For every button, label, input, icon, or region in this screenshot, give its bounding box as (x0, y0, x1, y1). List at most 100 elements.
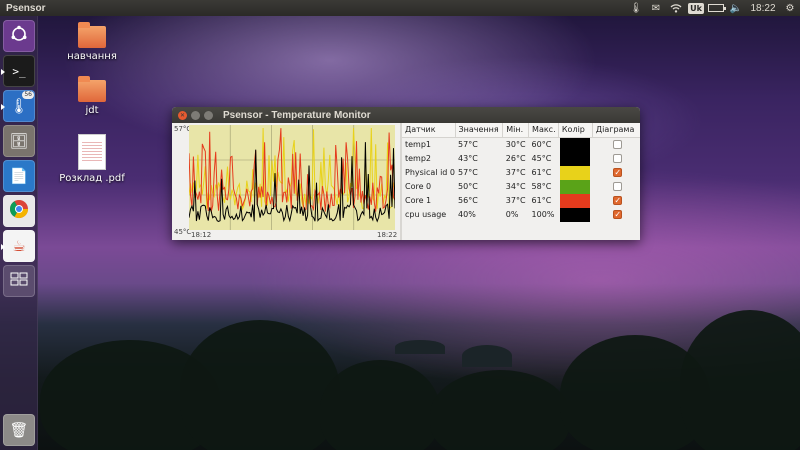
column-header-graph[interactable]: Діаграма (592, 123, 640, 138)
table-header-row: Датчик Значення Мін. Макс. Колір Діаграм… (402, 123, 640, 138)
column-header-sensor[interactable]: Датчик (402, 123, 456, 138)
sensor-name: temp1 (405, 140, 432, 149)
sensor-graph-cell (592, 152, 640, 166)
window-content: 57°C 45°C 18:12 18:22 Датчик Значення Мі… (172, 123, 640, 240)
launcher-chrome[interactable] (3, 195, 35, 227)
sensor-color-swatch[interactable] (560, 151, 591, 166)
tree (180, 320, 340, 450)
launcher-libreoffice[interactable]: 📄 (3, 160, 35, 192)
battery-icon[interactable] (706, 0, 726, 16)
graph-checkbox[interactable]: ✓ (613, 168, 623, 177)
launcher-trash[interactable]: 🗑 (3, 414, 35, 446)
sensor-color-cell[interactable] (558, 179, 592, 194)
graph-x-end-label: 18:22 (377, 231, 398, 239)
table-row[interactable]: Core 1 56°C 37°C 61°C ✓ (402, 193, 640, 208)
sensor-value: 40% (458, 210, 476, 219)
column-header-min[interactable]: Мін. (502, 123, 530, 138)
sensor-max: 60°C (531, 140, 552, 149)
sensor-color-swatch[interactable] (560, 179, 591, 194)
sensor-value: 56°C (458, 196, 478, 205)
sensor-color-cell[interactable] (558, 207, 592, 222)
pdf-icon (78, 134, 106, 170)
psensor-window: ✕ Psensor - Temperature Monitor 57°C 45°… (172, 107, 640, 240)
sensor-min: 34°C (505, 182, 526, 191)
window-title: Psensor - Temperature Monitor (223, 109, 371, 121)
sensor-color-cell[interactable] (558, 165, 592, 180)
sensor-color-swatch[interactable] (560, 193, 591, 208)
sensor-color-swatch[interactable] (560, 137, 591, 152)
sensor-max: 61°C (531, 168, 552, 177)
graph-checkbox[interactable] (613, 140, 623, 149)
folder-icon (78, 76, 106, 102)
thermometer-icon[interactable]: 🌡 (626, 0, 646, 16)
graph-x-start-label: 18:12 (191, 231, 212, 239)
launcher-dash-home[interactable] (3, 20, 35, 52)
graph-checkbox[interactable]: ✓ (613, 196, 623, 205)
sensor-max: 45°C (531, 154, 552, 163)
launcher-java[interactable]: ☕ (1, 230, 35, 262)
gear-icon[interactable]: ⚙ (780, 0, 800, 16)
desktop-pdf-file[interactable]: Розклад .pdf (52, 134, 132, 184)
chrome-icon (9, 199, 29, 223)
sensor-color-cell[interactable] (558, 193, 592, 208)
table-row[interactable]: cpu usage 40% 0% 100% ✓ (402, 207, 640, 222)
sensor-max: 58°C (531, 182, 552, 191)
sensor-min: 37°C (505, 168, 526, 177)
column-header-value[interactable]: Значення (455, 123, 504, 138)
island (462, 345, 512, 367)
terminal-icon: >_ (12, 64, 26, 78)
sensor-value: 57°C (458, 168, 478, 177)
column-header-max[interactable]: Макс. (528, 123, 559, 138)
wifi-icon[interactable] (666, 0, 686, 16)
table-row[interactable]: Physical id 0 57°C 37°C 61°C ✓ (402, 165, 640, 180)
table-row[interactable]: temp2 43°C 26°C 45°C (402, 151, 640, 166)
speaker-icon[interactable]: 🔈 (726, 0, 746, 16)
desktop-folder[interactable]: навчання (52, 22, 132, 62)
sensor-max: 61°C (531, 196, 552, 205)
launcher-workspace-switcher[interactable] (3, 265, 35, 297)
minimize-icon[interactable] (191, 110, 200, 120)
sensor-max: 100% (531, 210, 555, 219)
sensor-color-cell[interactable] (558, 137, 592, 152)
active-app-title: Psensor (6, 2, 46, 14)
java-cup-icon: ☕ (12, 237, 26, 255)
launcher: >_ 🌡 56 🗄 📄 ☕ 🗑 (0, 16, 38, 450)
running-indicator (1, 104, 5, 110)
island (395, 340, 445, 354)
sensor-graph-cell (592, 137, 640, 152)
sensor-color-cell[interactable] (558, 151, 592, 166)
graph-checkbox[interactable]: ✓ (613, 210, 623, 219)
sensor-value: 43°C (458, 154, 478, 163)
column-header-color[interactable]: Колір (558, 123, 593, 138)
sensor-min: 30°C (505, 140, 526, 149)
launcher-files[interactable]: 🗄 (3, 125, 35, 157)
sensor-name: Core 0 (405, 182, 432, 191)
launcher-psensor[interactable]: 🌡 56 (1, 90, 35, 122)
table-row[interactable]: temp1 57°C 30°C 60°C (402, 137, 640, 152)
thermometer-icon: 🌡 (9, 97, 29, 115)
running-indicator (1, 244, 5, 250)
close-icon[interactable]: ✕ (178, 110, 187, 120)
sensor-table: Датчик Значення Мін. Макс. Колір Діаграм… (402, 123, 640, 222)
sensor-name: cpu usage (405, 210, 447, 219)
sensor-value: 57°C (458, 140, 478, 149)
sensor-color-swatch[interactable] (560, 207, 591, 222)
envelope-icon[interactable]: ✉ (646, 0, 666, 16)
table-row[interactable]: Core 0 50°C 34°C 58°C (402, 179, 640, 194)
tree (430, 370, 570, 450)
launcher-terminal[interactable]: >_ (1, 55, 35, 87)
sensor-name: Core 1 (405, 196, 432, 205)
keyboard-layout-indicator[interactable]: Uk (686, 0, 706, 16)
window-titlebar[interactable]: ✕ Psensor - Temperature Monitor (172, 107, 640, 123)
maximize-icon[interactable] (204, 110, 213, 120)
graph-checkbox[interactable] (613, 182, 623, 191)
sensor-min: 37°C (505, 196, 526, 205)
running-indicator (1, 69, 5, 75)
sensor-color-swatch[interactable] (560, 165, 591, 180)
clock[interactable]: 18:22 (746, 3, 780, 14)
sensor-min: 0% (505, 210, 519, 219)
graph-checkbox[interactable] (613, 154, 623, 163)
trash-icon: 🗑 (9, 421, 29, 439)
desktop-folder[interactable]: jdt (52, 76, 132, 116)
sensor-value: 50°C (458, 182, 478, 191)
